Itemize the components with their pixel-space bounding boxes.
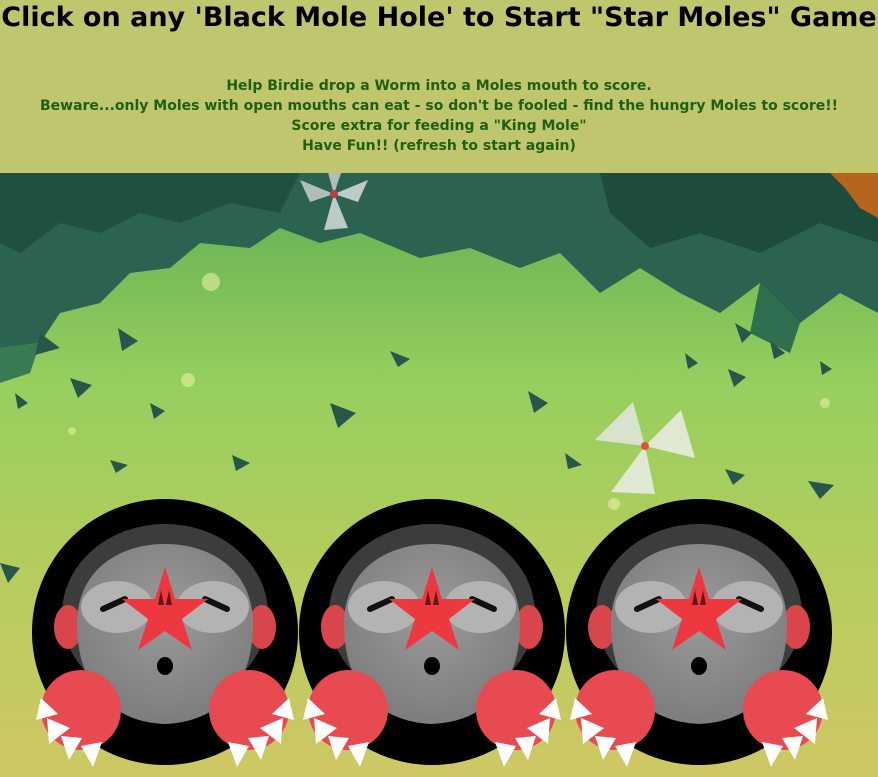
mole-hole-3[interactable] <box>566 499 832 767</box>
instruction-line-1: Help Birdie drop a Worm into a Moles mou… <box>226 78 652 94</box>
game-header: Click on any 'Black Mole Hole' to Start … <box>0 0 878 173</box>
mole-hole-1[interactable] <box>32 499 298 767</box>
instruction-line-3: Score extra for feeding a "King Mole" <box>291 118 587 134</box>
instruction-line-4: Have Fun!! (refresh to start again) <box>302 138 576 154</box>
instruction-line-2: Beware...only Moles with open mouths can… <box>39 98 839 114</box>
game-canvas <box>0 173 878 777</box>
instructions: Help Birdie drop a Worm into a Moles mou… <box>0 76 878 156</box>
mole-hole-2[interactable] <box>299 499 565 767</box>
page-title: Click on any 'Black Mole Hole' to Start … <box>1 2 877 33</box>
game-scene <box>0 173 878 777</box>
